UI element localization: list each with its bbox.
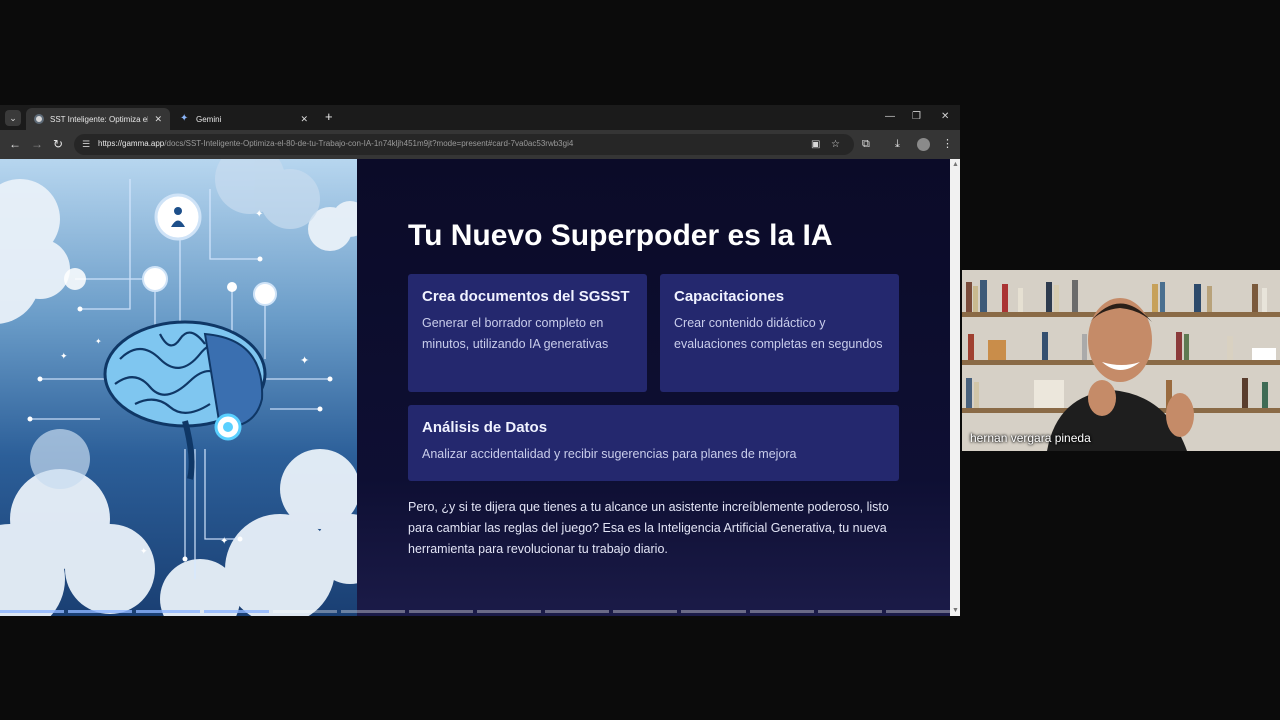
participant-video-tile[interactable]: hernan vergara pineda [962, 270, 1280, 451]
progress-segment[interactable] [68, 610, 133, 613]
card-analisis-datos: Análisis de Datos Analizar accidentalida… [408, 405, 899, 481]
site-info-icon[interactable]: ☰ [82, 139, 93, 150]
close-window-icon[interactable]: ✕ [941, 111, 949, 122]
slide-content: Tu Nuevo Superpoder es la IA Crea docume… [357, 159, 950, 616]
svg-text:✦: ✦ [95, 337, 102, 346]
tab-title: Gemini [196, 114, 222, 124]
card-title: Crea documentos del SGSST [422, 288, 630, 305]
card-text: Generar el borrador completo en minutos,… [422, 316, 609, 351]
svg-text:✦: ✦ [140, 546, 148, 556]
scroll-up-icon[interactable]: ▲ [952, 161, 959, 168]
address-bar[interactable]: ☰ https://gamma.app/docs/SST-Inteligente… [74, 134, 854, 155]
download-icon[interactable]: ⤓ [895, 138, 900, 151]
progress-segment[interactable] [340, 610, 405, 613]
url-text[interactable]: https://gamma.app/docs/SST-Inteligente-O… [98, 139, 573, 148]
browser-toolbar: ← → ↻ ☰ https://gamma.app/docs/SST-Intel… [0, 130, 960, 159]
cast-icon[interactable]: ▣ [811, 139, 820, 150]
progress-segment[interactable] [476, 610, 542, 613]
progress-segment[interactable] [545, 610, 610, 613]
ai-brain-illustration: ✦ ✦ ✦ ✦ ✦ ✦ [0, 159, 357, 616]
progress-segment[interactable] [817, 610, 882, 613]
tab-close-icon[interactable]: ✕ [154, 114, 162, 125]
minimize-icon[interactable]: — [885, 111, 895, 122]
profile-avatar[interactable] [917, 138, 930, 151]
progress-segment[interactable] [681, 610, 746, 613]
slide-title: Tu Nuevo Superpoder es la IA [408, 219, 833, 252]
restore-icon[interactable]: ❐ [912, 111, 921, 122]
page-viewport: ✦ ✦ ✦ ✦ ✦ ✦ Tu Nuevo Superpoder es la IA Cr… [0, 159, 960, 616]
card-text: Analizar accidentalidad y recibir sugere… [422, 447, 797, 461]
gamma-favicon-icon [34, 114, 44, 124]
card-documentos: Crea documentos del SGSST Generar el bor… [408, 274, 647, 392]
tab-search-icon[interactable]: ⌄ [5, 110, 21, 126]
menu-kebab-icon[interactable]: ⋮ [942, 138, 953, 151]
gemini-favicon-icon: ✦ [180, 113, 189, 124]
extensions-icon[interactable]: ⧉ [862, 138, 870, 151]
progress-segment[interactable] [613, 610, 678, 613]
screen: ⌄ SST Inteligente: Optimiza el 80% ✕ ✦ G… [0, 0, 1280, 720]
progress-segment[interactable] [885, 610, 950, 613]
progress-segment[interactable] [272, 610, 337, 613]
browser-window: ⌄ SST Inteligente: Optimiza el 80% ✕ ✦ G… [0, 105, 960, 616]
webcam-feed [962, 270, 1280, 451]
tab-bar: ⌄ SST Inteligente: Optimiza el 80% ✕ ✦ G… [0, 105, 960, 130]
svg-text:✦: ✦ [220, 536, 228, 547]
tab-title: SST Inteligente: Optimiza el 80% [50, 114, 149, 124]
card-title: Análisis de Datos [422, 419, 548, 436]
tab-close-icon[interactable]: ✕ [300, 114, 308, 125]
progress-segment[interactable] [204, 610, 269, 613]
card-capacitaciones: Capacitaciones Crear contenido didáctico… [660, 274, 899, 392]
progress-segment[interactable] [0, 610, 65, 613]
tab-gemini[interactable]: ✦ Gemini ✕ [172, 108, 316, 130]
presentation-progress[interactable] [0, 610, 950, 613]
card-text: Crear contenido didáctico y evaluaciones… [674, 316, 883, 351]
forward-icon[interactable]: → [31, 137, 43, 151]
progress-segment[interactable] [408, 610, 473, 613]
svg-text:✦: ✦ [60, 351, 68, 361]
svg-text:✦: ✦ [300, 355, 309, 367]
progress-segment[interactable] [136, 610, 201, 613]
scroll-down-icon[interactable]: ▼ [952, 607, 959, 614]
new-tab-icon[interactable]: + [325, 110, 333, 124]
bookmark-star-icon[interactable]: ☆ [831, 139, 840, 150]
tab-sst-inteligente[interactable]: SST Inteligente: Optimiza el 80% ✕ [26, 108, 170, 130]
scrollbar[interactable]: ▲ ▼ [950, 159, 960, 616]
svg-text:✦: ✦ [255, 209, 263, 220]
participant-name: hernan vergara pineda [970, 431, 1091, 445]
back-icon[interactable]: ← [9, 137, 21, 151]
slide-body-text: Pero, ¿y si te dijera que tienes a tu al… [408, 500, 889, 556]
reload-icon[interactable]: ↻ [53, 137, 63, 151]
progress-segment[interactable] [749, 610, 814, 613]
card-title: Capacitaciones [674, 288, 785, 305]
